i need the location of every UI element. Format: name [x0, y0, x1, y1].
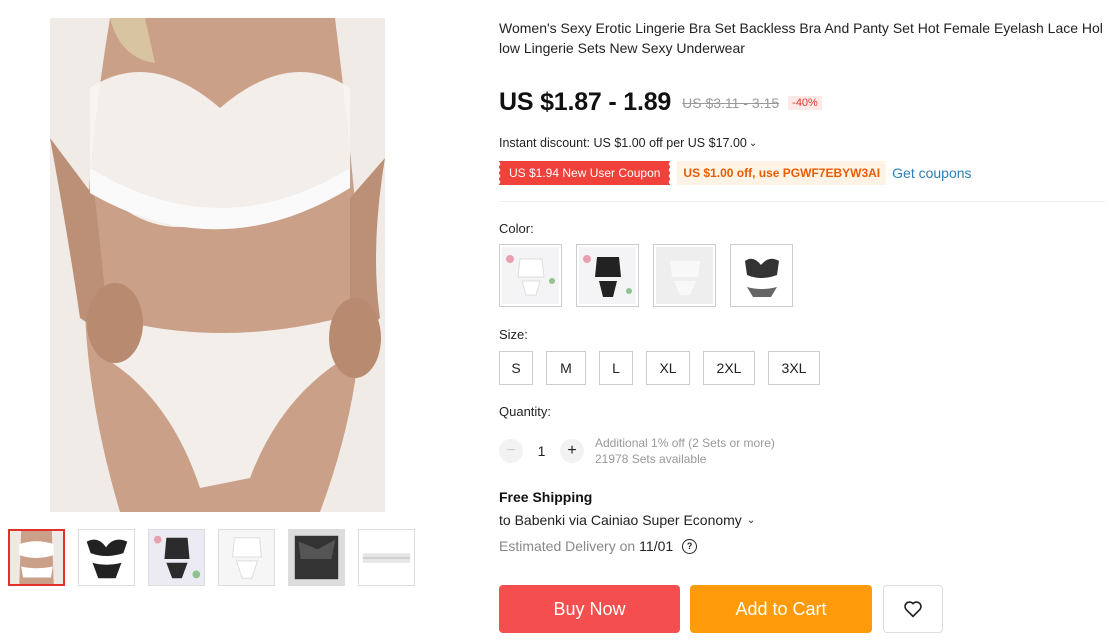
quantity-decrease-button[interactable]: − — [499, 439, 523, 463]
color-option-black-lace-set[interactable] — [576, 244, 639, 307]
color-options — [499, 244, 793, 307]
stock-available-text: 21978 Sets available — [595, 452, 707, 466]
buy-now-button[interactable]: Buy Now — [499, 585, 680, 633]
quantity-increase-button[interactable]: + — [560, 439, 584, 463]
shipping-destination[interactable]: to Babenki via Cainiao Super Economy ⌄ — [499, 512, 755, 528]
thumbnail-2[interactable] — [78, 529, 135, 586]
size-option-m[interactable]: M — [546, 351, 586, 385]
size-option-xl[interactable]: XL — [646, 351, 690, 385]
color-label: Color: — [499, 221, 534, 236]
price-row: US $1.87 - 1.89 US $3.11 - 3.15 -40% — [499, 88, 822, 117]
size-options: S M L XL 2XL 3XL — [499, 351, 820, 385]
estimated-delivery-date: 11/01 — [639, 538, 674, 554]
estimated-delivery: Estimated Delivery on 11/01 ? — [499, 538, 698, 554]
get-coupons-link[interactable]: Get coupons — [892, 165, 971, 181]
color-option-white-sheer-set[interactable] — [653, 244, 716, 307]
coupon-code-offer[interactable]: US $1.00 off, use PGWF7EBYW3AI — [677, 161, 887, 185]
product-photo — [50, 18, 385, 512]
quantity-label: Quantity: — [499, 404, 552, 419]
thumbnail-6[interactable] — [358, 529, 415, 586]
main-product-image[interactable] — [50, 18, 385, 512]
shipping-title: Free Shipping — [499, 489, 593, 505]
quantity-stepper: − 1 + Additional 1% off (2 Sets or more)… — [499, 435, 775, 467]
thumbnail-strip — [8, 529, 415, 586]
heart-icon — [904, 601, 922, 618]
estimated-delivery-label: Estimated Delivery on — [499, 538, 636, 554]
coupon-row: US $1.94 New User Coupon US $1.00 off, u… — [497, 161, 972, 185]
size-option-s[interactable]: S — [499, 351, 533, 385]
current-price: US $1.87 - 1.89 — [499, 88, 672, 116]
bulk-discount-text: Additional 1% off (2 Sets or more) — [595, 436, 775, 450]
quantity-value[interactable]: 1 — [523, 443, 560, 459]
discount-badge: -40% — [788, 95, 822, 110]
size-option-3xl[interactable]: 3XL — [768, 351, 820, 385]
product-title: Women's Sexy Erotic Lingerie Bra Set Bac… — [499, 20, 1103, 56]
thumbnail-5[interactable] — [288, 529, 345, 586]
size-option-2xl[interactable]: 2XL — [703, 351, 755, 385]
thumbnail-1[interactable] — [8, 529, 65, 586]
action-buttons: Buy Now Add to Cart — [499, 585, 943, 633]
add-to-cart-button[interactable]: Add to Cart — [690, 585, 872, 633]
thumbnail-3[interactable] — [148, 529, 205, 586]
shipping-destination-text: to Babenki via Cainiao Super Economy — [499, 512, 742, 528]
new-user-coupon[interactable]: US $1.94 New User Coupon — [497, 161, 671, 185]
instant-discount[interactable]: Instant discount: US $1.00 off per US $1… — [499, 136, 757, 150]
size-label: Size: — [499, 327, 528, 342]
divider — [499, 201, 1105, 202]
wishlist-button[interactable] — [883, 585, 943, 633]
color-option-white-set[interactable] — [499, 244, 562, 307]
chevron-down-icon: ⌄ — [748, 137, 758, 149]
size-option-l[interactable]: L — [599, 351, 633, 385]
question-circle-icon[interactable]: ? — [682, 538, 698, 554]
original-price: US $3.11 - 3.15 — [682, 94, 780, 111]
chevron-down-icon: ⌄ — [746, 514, 756, 526]
color-option-black-white-set[interactable] — [730, 244, 793, 307]
instant-discount-text: Instant discount: US $1.00 off per US $1… — [499, 136, 747, 150]
quantity-info: Additional 1% off (2 Sets or more) 21978… — [595, 435, 775, 467]
thumbnail-4[interactable] — [218, 529, 275, 586]
